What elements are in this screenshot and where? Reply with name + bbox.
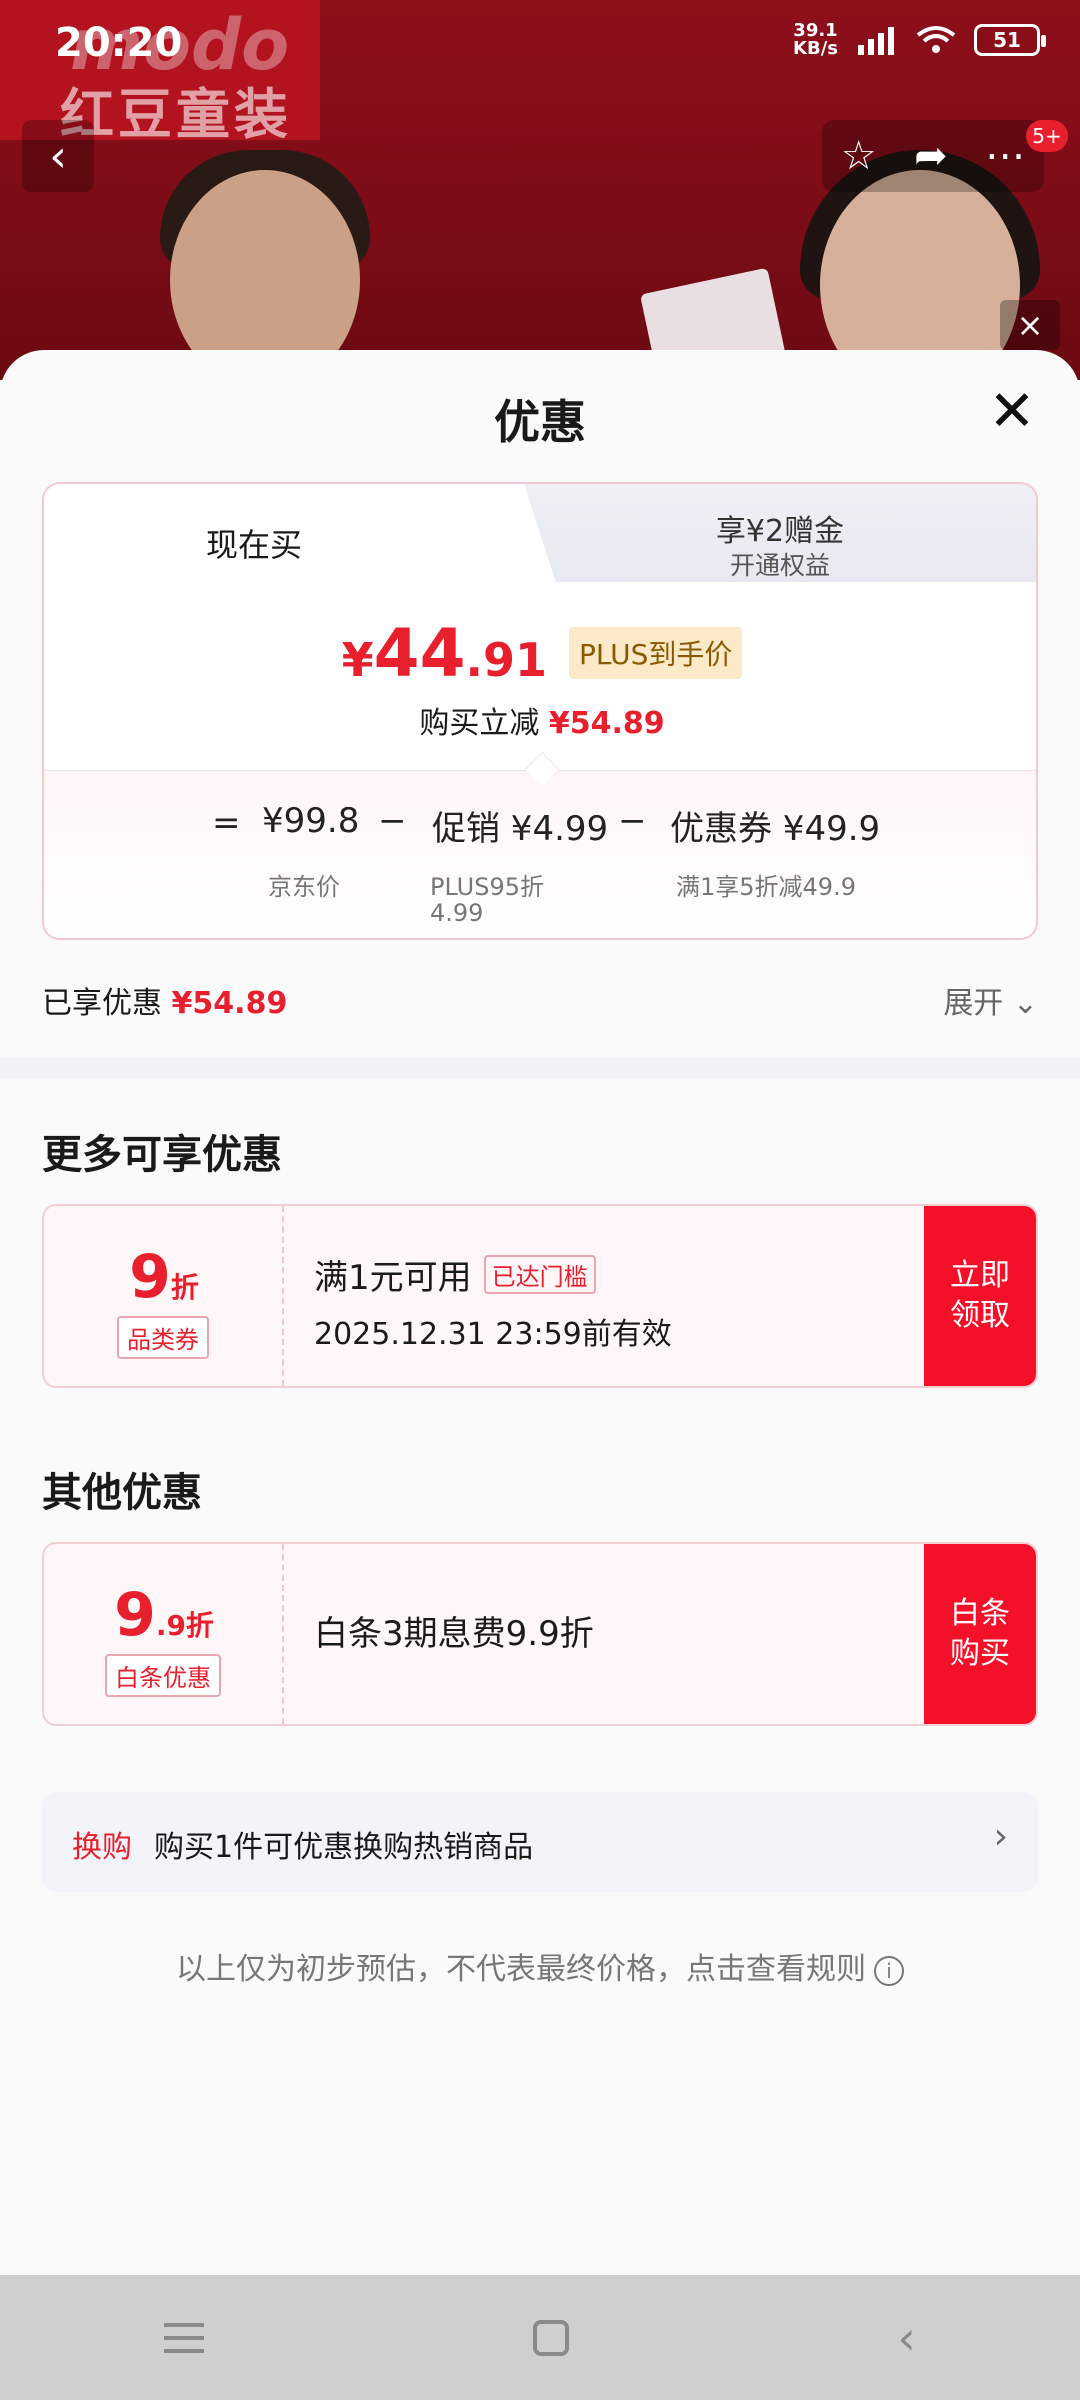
brand-name: 红豆童装 — [60, 83, 292, 146]
status-icons: 39.1 KB/s 51 — [793, 22, 1046, 58]
discount-sheet: 优惠 ✕ 享¥2赠金 开通权益 现在买 ¥44.91 PLUS到手价 购买立减 … — [0, 350, 1080, 2275]
wifi-icon — [916, 26, 956, 53]
tab-plus-sub: 开通权益 — [729, 551, 830, 580]
final-price: ¥44.91 PLUS到手价 — [44, 621, 1036, 688]
sheet-title: 优惠 — [494, 395, 586, 449]
home-icon[interactable] — [532, 2319, 569, 2356]
baitiao-coupon: 9.9折 白条优惠 白条3期息费9.9折 白条 购买 — [42, 1542, 1038, 1726]
baitiao-value-block: 9.9折 白条优惠 — [44, 1544, 284, 1724]
price-decimal: .91 — [465, 633, 548, 687]
price-integer: 44 — [373, 615, 466, 692]
instant-reduction: 购买立减 ¥54.89 — [44, 698, 1036, 742]
coupon-sub-label: 满1享5折减49.9 — [676, 873, 856, 901]
chevron-down-icon: ⌄ — [1012, 986, 1038, 1021]
jd-price: ¥99.8 — [262, 801, 360, 841]
network-speed-unit: KB/s — [793, 38, 838, 59]
enjoyed-label: 已享优惠 — [42, 986, 162, 1021]
status-time: 20:20 — [55, 20, 183, 66]
top-actions: ☆ ➦ ⋯ — [822, 120, 1044, 192]
tab-buy-now-label: 现在买 — [205, 526, 302, 564]
network-speed: 39.1 KB/s — [793, 22, 838, 58]
price-breakdown: = ¥99.8 − 促销 ¥4.99 − 优惠券 ¥49.9 京东价 PLUS9… — [44, 752, 1036, 938]
promo-sub-label: PLUS95折 — [430, 873, 544, 901]
price-card: 享¥2赠金 开通权益 现在买 ¥44.91 PLUS到手价 购买立减 ¥54.8… — [42, 482, 1038, 940]
section-divider — [0, 1058, 1080, 1078]
tab-plus[interactable]: 享¥2赠金 开通权益 — [484, 484, 1036, 582]
minus-sign: − — [378, 801, 407, 841]
enjoyed-discount: 已享优惠 ¥54.89 — [42, 978, 287, 1022]
baitiao-desc: 白条3期息费9.9折 — [314, 1614, 594, 1654]
enjoyed-value: ¥54.89 — [171, 986, 288, 1021]
breakdown-pointer — [525, 752, 559, 786]
reduction-label: 购买立减 — [419, 706, 540, 741]
other-discounts-title: 其他优惠 — [42, 1470, 202, 1516]
minus-sign: − — [618, 801, 647, 841]
signal-icon — [858, 27, 894, 55]
trade-in-bar[interactable]: 换购 购买1件可优惠换购热销商品 › — [42, 1792, 1038, 1892]
float-ad-close-icon[interactable]: × — [1000, 300, 1060, 350]
trade-in-label: 换购 — [72, 1830, 132, 1865]
estimate-note[interactable]: 以上仅为初步预估，不代表最终价格，点击查看规则 i — [0, 1944, 1080, 1988]
tab-plus-main: 享¥2赠金 — [715, 514, 845, 549]
more-icon[interactable]: ⋯ — [985, 133, 1025, 179]
coupon-type-tag: 品类券 — [117, 1316, 209, 1359]
chevron-right-icon: › — [993, 1816, 1008, 1857]
trade-in-text: 购买1件可优惠换购热销商品 — [154, 1830, 534, 1865]
claim-coupon-button[interactable]: 立即 领取 — [924, 1206, 1036, 1386]
equals-sign: = — [212, 803, 241, 843]
final-price-value: ¥44.91 — [341, 621, 548, 688]
star-icon[interactable]: ☆ — [841, 133, 877, 179]
claim-label-1: 立即 — [950, 1258, 1010, 1293]
more-discounts-title: 更多可享优惠 — [42, 1132, 282, 1178]
baitiao-buy-button[interactable]: 白条 购买 — [924, 1544, 1036, 1724]
tab-buy-now[interactable]: 现在买 — [44, 484, 484, 582]
promo-amount: 促销 ¥4.99 — [432, 809, 609, 849]
expand-label: 展开 — [943, 986, 1004, 1021]
coupon-discount-number: 9 — [129, 1242, 171, 1312]
back-button[interactable]: ‹ — [22, 120, 94, 192]
baitiao-btn-label-2: 购买 — [950, 1636, 1010, 1671]
coupon-details: 满1元可用 已达门槛 2025.12.31 23:59前有效 — [314, 1250, 672, 1353]
baitiao-discount: 9.9折 — [44, 1580, 284, 1650]
price-yen: ¥ — [341, 633, 374, 687]
promo-sub-value: 4.99 — [430, 899, 484, 927]
coupon-validity: 2025.12.31 23:59前有效 — [314, 1317, 672, 1352]
expand-button[interactable]: 展开 ⌄ — [943, 978, 1038, 1022]
coupon-discount-unit: 折 — [170, 1271, 199, 1304]
coupon-amount: 优惠券 ¥49.9 — [670, 809, 881, 849]
baitiao-details: 白条3期息费9.9折 — [314, 1606, 594, 1655]
category-coupon: 9折 品类券 满1元可用 已达门槛 2025.12.31 23:59前有效 立即… — [42, 1204, 1038, 1388]
coupon-value-block: 9折 品类券 — [44, 1206, 284, 1386]
baitiao-tag: 白条优惠 — [105, 1654, 221, 1697]
share-icon[interactable]: ➦ — [914, 133, 948, 179]
coupon-condition: 满1元可用 — [314, 1258, 472, 1298]
back-icon[interactable]: ‹ — [897, 2311, 915, 2365]
claim-label-2: 领取 — [950, 1298, 1010, 1333]
estimate-note-text: 以上仅为初步预估，不代表最终价格，点击查看规则 — [176, 1952, 866, 1987]
info-icon: i — [874, 1955, 904, 1986]
close-icon[interactable]: ✕ — [982, 382, 1042, 442]
baitiao-discount-number: 9 — [114, 1580, 156, 1650]
model-face-left — [170, 170, 360, 380]
notification-badge: 5+ — [1026, 120, 1068, 152]
plus-price-tag: PLUS到手价 — [569, 627, 743, 679]
threshold-met-tag: 已达门槛 — [483, 1255, 596, 1294]
chevron-left-icon: ‹ — [49, 130, 67, 182]
jd-price-label: 京东价 — [268, 873, 340, 901]
battery-icon: 51 — [974, 24, 1046, 56]
reduction-value: ¥54.89 — [548, 706, 665, 741]
system-nav-bar: ‹ — [0, 2275, 1080, 2400]
baitiao-btn-label-1: 白条 — [950, 1596, 1010, 1631]
breakdown-row: = ¥99.8 − 促销 ¥4.99 − 优惠券 ¥49.9 — [44, 801, 1036, 851]
coupon-discount: 9折 — [44, 1242, 284, 1312]
menu-icon[interactable] — [164, 2322, 205, 2353]
baitiao-discount-decimal: .9折 — [155, 1609, 214, 1642]
coupon-condition-row: 满1元可用 已达门槛 — [314, 1250, 672, 1299]
